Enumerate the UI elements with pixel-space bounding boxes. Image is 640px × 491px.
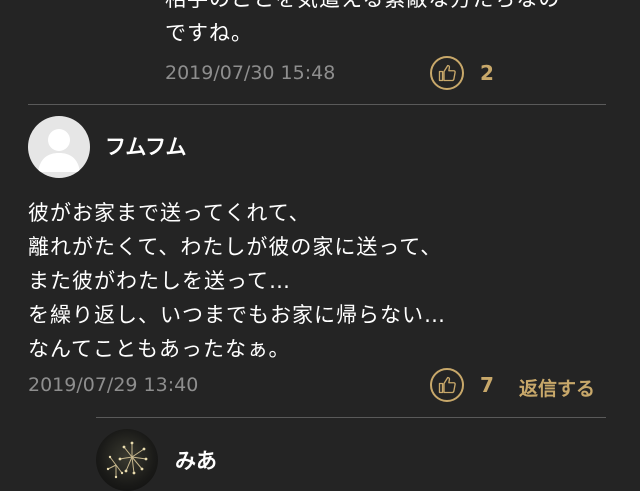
avatar[interactable]: [96, 429, 158, 491]
comment-timestamp: 2019/07/29 13:40: [28, 374, 199, 396]
default-user-icon: [38, 129, 80, 172]
thumbs-up-icon[interactable]: [430, 368, 464, 402]
reply-username[interactable]: みあ: [175, 445, 217, 475]
previous-comment-timestamp: 2019/07/30 15:48: [165, 62, 336, 84]
previous-comment-like-count: 2: [480, 61, 494, 85]
fireworks-image: [106, 441, 148, 479]
divider: [28, 104, 606, 105]
previous-comment-text: 相手のことを気遣える素敵な方たちなの ですね。: [165, 0, 559, 45]
avatar[interactable]: [28, 116, 90, 178]
divider: [96, 417, 606, 418]
thumbs-up-icon[interactable]: [430, 56, 464, 90]
comment-text: 彼がお家まで送ってくれて、 離れがたくて、わたしが彼の家に送って、 また彼がわた…: [28, 201, 446, 361]
reply-button[interactable]: 返信する: [519, 374, 595, 401]
previous-comment: 相手のことを気遣える素敵な方たちなの ですね。: [165, 0, 625, 50]
comment-username[interactable]: フムフム: [105, 131, 186, 161]
comment-like-count: 7: [480, 373, 494, 397]
